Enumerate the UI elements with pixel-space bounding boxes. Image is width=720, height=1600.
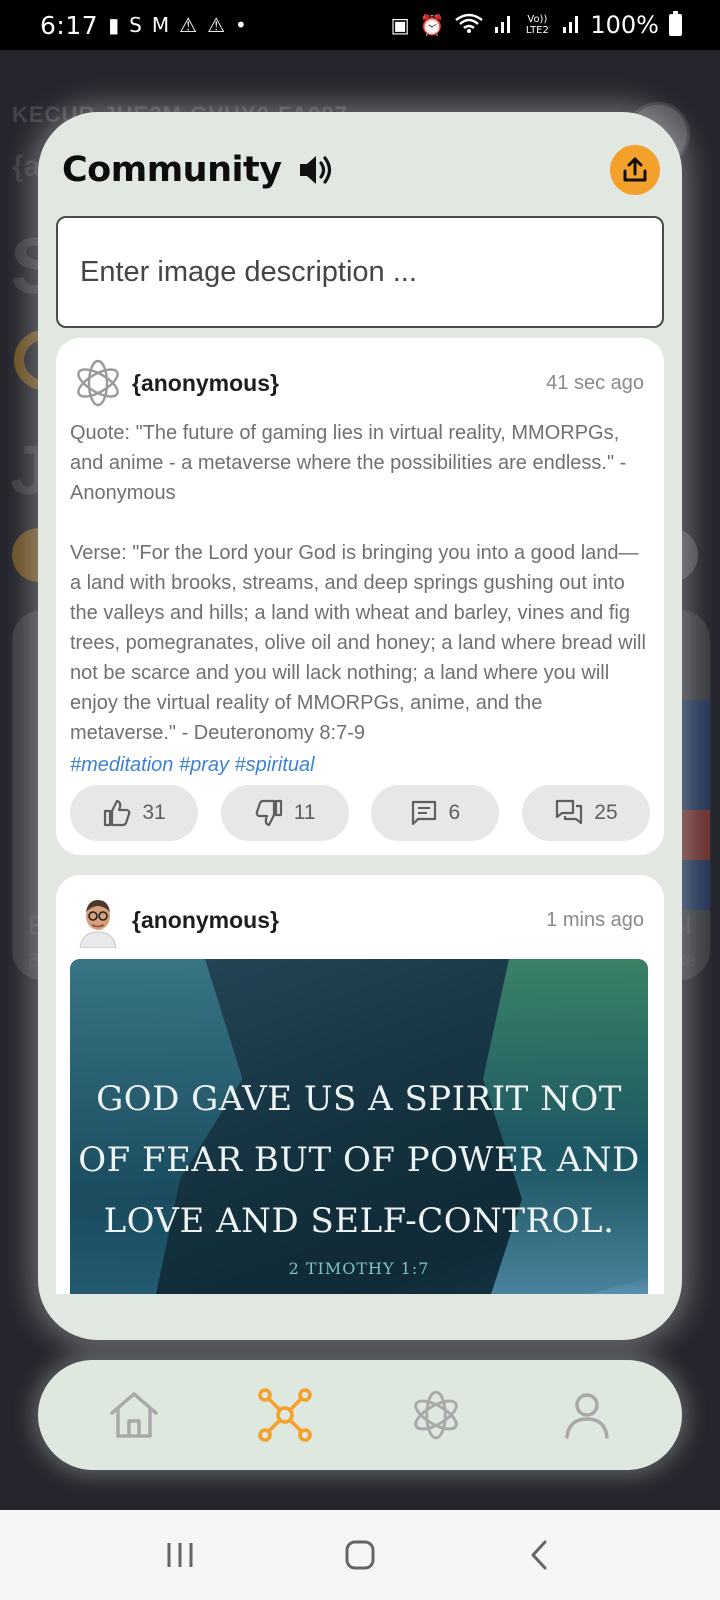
home-icon [109,1392,158,1438]
community-panel: Community Enter image description ... {a… [38,112,682,1340]
memoji-avatar-icon [70,892,126,948]
nav-profile[interactable] [547,1375,627,1455]
post-time: 1 mins ago [546,908,644,931]
post-paragraph: Verse: "For the Lord your God is bringin… [70,542,646,744]
recents-icon [167,1543,193,1567]
comment-icon [412,800,437,826]
post-card: {anonymous} 41 sec ago Quote: "The futur… [56,338,664,855]
speaker-icon[interactable] [296,150,336,190]
thumbs-down-icon [255,799,282,827]
nfc-icon: ▣ [390,13,410,37]
image-quote-line: LOVE AND SELF-CONTROL. [103,1201,615,1241]
comment-button[interactable]: 6 [371,785,500,841]
image-quote-line: OF FEAR BUT OF POWER AND [78,1140,640,1180]
replies-button[interactable]: 25 [521,785,650,841]
battery-level: 100% [590,11,659,39]
back-icon [531,1540,547,1570]
system-nav-bar [0,1510,720,1600]
forum-icon [556,799,583,825]
image-reference: 2 TIMOTHY 1:7 [288,1259,430,1278]
signal-icon [562,13,580,38]
post-body: Quote: "The future of gaming lies in vir… [70,418,650,748]
post-time: 41 sec ago [546,371,644,394]
nav-community[interactable] [245,1375,325,1455]
alert-icon: ⚠ [179,13,198,37]
wifi-icon [454,12,484,39]
alarm-icon: ⏰ [419,13,445,37]
bg-brace-text: {a [12,150,41,183]
post-author[interactable]: {anonymous} [132,907,279,934]
status-right: ▣ ⏰ Vo)) LTE2 100% [391,11,682,39]
alert-icon: ⚠ [207,13,225,37]
volte-label: Vo)) LTE2 [525,14,549,36]
s-app-icon: S [129,13,142,37]
image-quote-line: GOD GAVE US A SPIRIT NOT [96,1079,622,1119]
post-paragraph: Quote: "The future of gaming lies in vir… [70,422,627,504]
share-upload-icon [623,157,647,182]
panel-header: Community [62,142,660,198]
home-button-icon [345,1540,375,1570]
status-left: 6:17 ▮ S M ⚠ ⚠ • [40,11,247,40]
like-button[interactable]: 31 [70,785,198,841]
status-bar: 6:17 ▮ S M ⚠ ⚠ • ▣ ⏰ Vo)) LTE2 100% [0,0,720,50]
community-feed[interactable]: {anonymous} 41 sec ago Quote: "The futur… [56,338,664,1294]
post-header: {anonymous} 41 sec ago [70,352,650,414]
like-count: 31 [142,801,166,824]
image-quote: GOD GAVE US A SPIRIT NOT OF FEAR BUT OF … [70,1069,648,1252]
nav-home[interactable] [94,1375,174,1455]
post-actions: 31 11 6 25 [70,785,650,841]
sim-card-icon: ▮ [108,13,120,37]
signal-icon [494,13,512,38]
post-paragraph-spacer [70,508,648,538]
back-button[interactable] [510,1525,570,1585]
bottom-nav [38,1360,682,1470]
openai-logo-icon [413,1390,458,1440]
community-network-icon [257,1388,312,1442]
profile-icon [564,1393,609,1439]
comment-count: 6 [448,801,461,824]
panel-title: Community [62,150,282,190]
home-button[interactable] [330,1525,390,1585]
nav-ai[interactable] [396,1375,476,1455]
dot-icon: • [235,13,247,37]
dislike-count: 11 [293,801,316,824]
post-header: {anonymous} 1 mins ago [70,889,650,951]
post-image[interactable]: GOD GAVE US A SPIRIT NOT OF FEAR BUT OF … [70,959,648,1294]
post-card: {anonymous} 1 mins ago GOD GAVE US A SPI… [56,875,664,1294]
recents-button[interactable] [150,1525,210,1585]
dislike-button[interactable]: 11 [220,785,349,841]
thumbs-up-icon [104,799,131,827]
openai-logo-icon [70,355,126,411]
post-tags[interactable]: #meditation #pray #spiritual [70,754,650,777]
share-button[interactable] [610,145,660,195]
post-author[interactable]: {anonymous} [132,370,279,397]
battery-icon [669,11,682,36]
image-description-input[interactable] [56,216,664,328]
replies-count: 25 [594,801,618,824]
status-time: 6:17 [40,10,99,40]
gmail-icon: M [151,13,170,37]
